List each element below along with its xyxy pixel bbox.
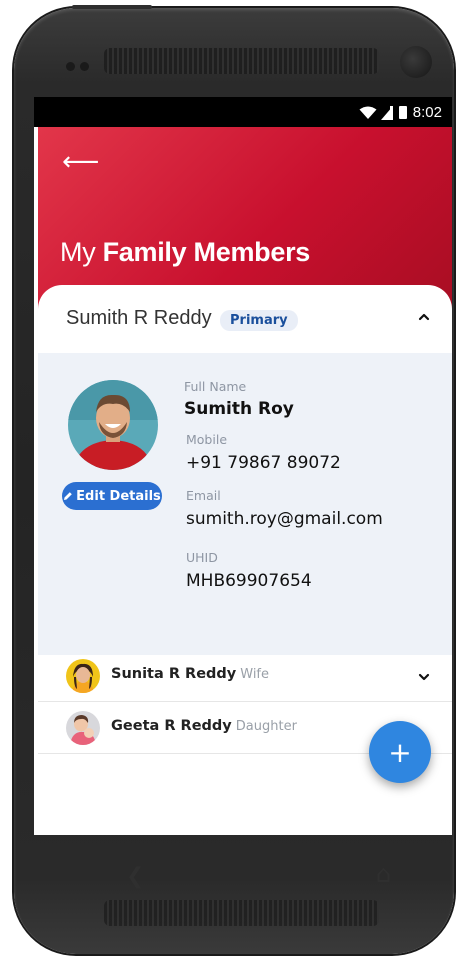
member-name: Sunita R Reddy Wife [111,666,269,682]
primary-member-name: Sumith R Reddy [66,307,212,329]
battery-icon [398,106,407,119]
page-title: My Family Members [60,237,310,268]
avatar-photo [68,380,158,470]
member-details-panel: Edit Details Full Name Sumith Roy Mobile… [38,353,452,655]
app-screen: 8:02 ⟵ My Family Members Sumith R Reddy … [34,97,452,835]
avatar [68,380,158,470]
uhid-value: MHB69907654 [186,571,312,591]
avatar-photo [66,711,100,745]
member-name: Geeta R Reddy Daughter [111,718,297,734]
avatar [66,711,100,745]
primary-badge: Primary [220,310,298,331]
list-item[interactable]: Sunita R Reddy Wife [38,651,452,702]
wifi-icon [359,106,377,119]
earpiece-speaker [104,48,379,74]
edit-details-button[interactable]: Edit Details [62,482,162,510]
back-arrow-icon[interactable]: ⟵ [62,149,99,175]
chevron-down-icon[interactable] [418,671,430,683]
bottom-speaker [104,900,379,926]
member-name-text: Geeta R Reddy [111,718,232,734]
status-icons: 8:02 [359,104,442,121]
add-member-button[interactable]: + [369,721,431,783]
email-value: sumith.roy@gmail.com [186,509,383,529]
avatar [66,659,100,693]
hardware-back-icon[interactable]: ❮ [126,864,144,889]
page-title-bold: Family Members [102,237,311,267]
edit-details-label: Edit Details [76,488,161,504]
mobile-value: +91 79867 89072 [186,453,341,473]
uhid-label: UHID [186,550,218,565]
plus-icon: + [388,735,412,769]
member-relation: Wife [240,667,270,682]
avatar-photo [66,659,100,693]
page-title-light: My [60,237,96,267]
status-bar: 8:02 [34,97,452,127]
primary-member-header[interactable]: Sumith R Reddy Primary [38,285,452,353]
chevron-up-icon[interactable] [418,311,430,323]
full-name-value: Sumith Roy [184,399,294,419]
signal-icon [380,105,393,120]
pencil-icon [64,492,72,500]
front-camera [400,46,432,78]
hardware-home-icon[interactable]: ⌂ [376,860,391,888]
member-relation: Daughter [235,719,297,734]
full-name-label: Full Name [184,379,247,394]
sensor-dots [66,56,94,75]
member-name-text: Sunita R Reddy [111,666,237,682]
mobile-label: Mobile [186,432,228,447]
status-time: 8:02 [412,104,442,121]
email-label: Email [186,488,221,503]
